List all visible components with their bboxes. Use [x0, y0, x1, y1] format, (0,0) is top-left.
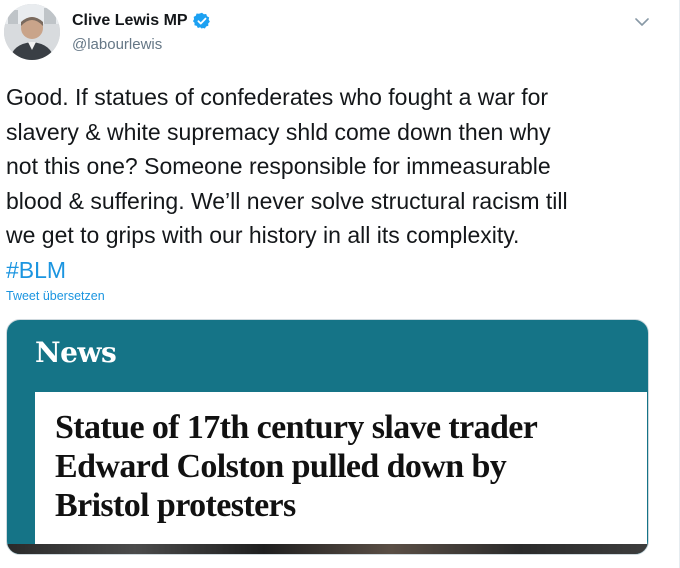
hashtag-link[interactable]: #BLM: [6, 257, 66, 283]
tweet-body: Good. If statues of confederates who fou…: [6, 84, 568, 248]
chevron-down-icon[interactable]: [632, 12, 652, 32]
card-headline-panel: Statue of 17th century slave trader Edwa…: [35, 392, 647, 544]
tweet-text: Good. If statues of confederates who fou…: [6, 80, 666, 287]
card-photo-strip: [7, 544, 648, 554]
card-headline: Statue of 17th century slave trader Edwa…: [55, 409, 538, 524]
card-section-label: News: [35, 336, 117, 369]
avatar-photo: [4, 4, 60, 60]
author-handle[interactable]: @labourlewis: [72, 36, 162, 53]
translate-tweet-link[interactable]: Tweet übersetzen: [6, 289, 105, 303]
verified-badge-icon: [192, 12, 210, 29]
author-name-row[interactable]: Clive Lewis MP: [72, 12, 211, 30]
author-display-name[interactable]: Clive Lewis MP: [72, 12, 188, 30]
link-preview-card[interactable]: News Statue of 17th century slave trader…: [6, 319, 649, 555]
avatar[interactable]: [4, 4, 60, 60]
